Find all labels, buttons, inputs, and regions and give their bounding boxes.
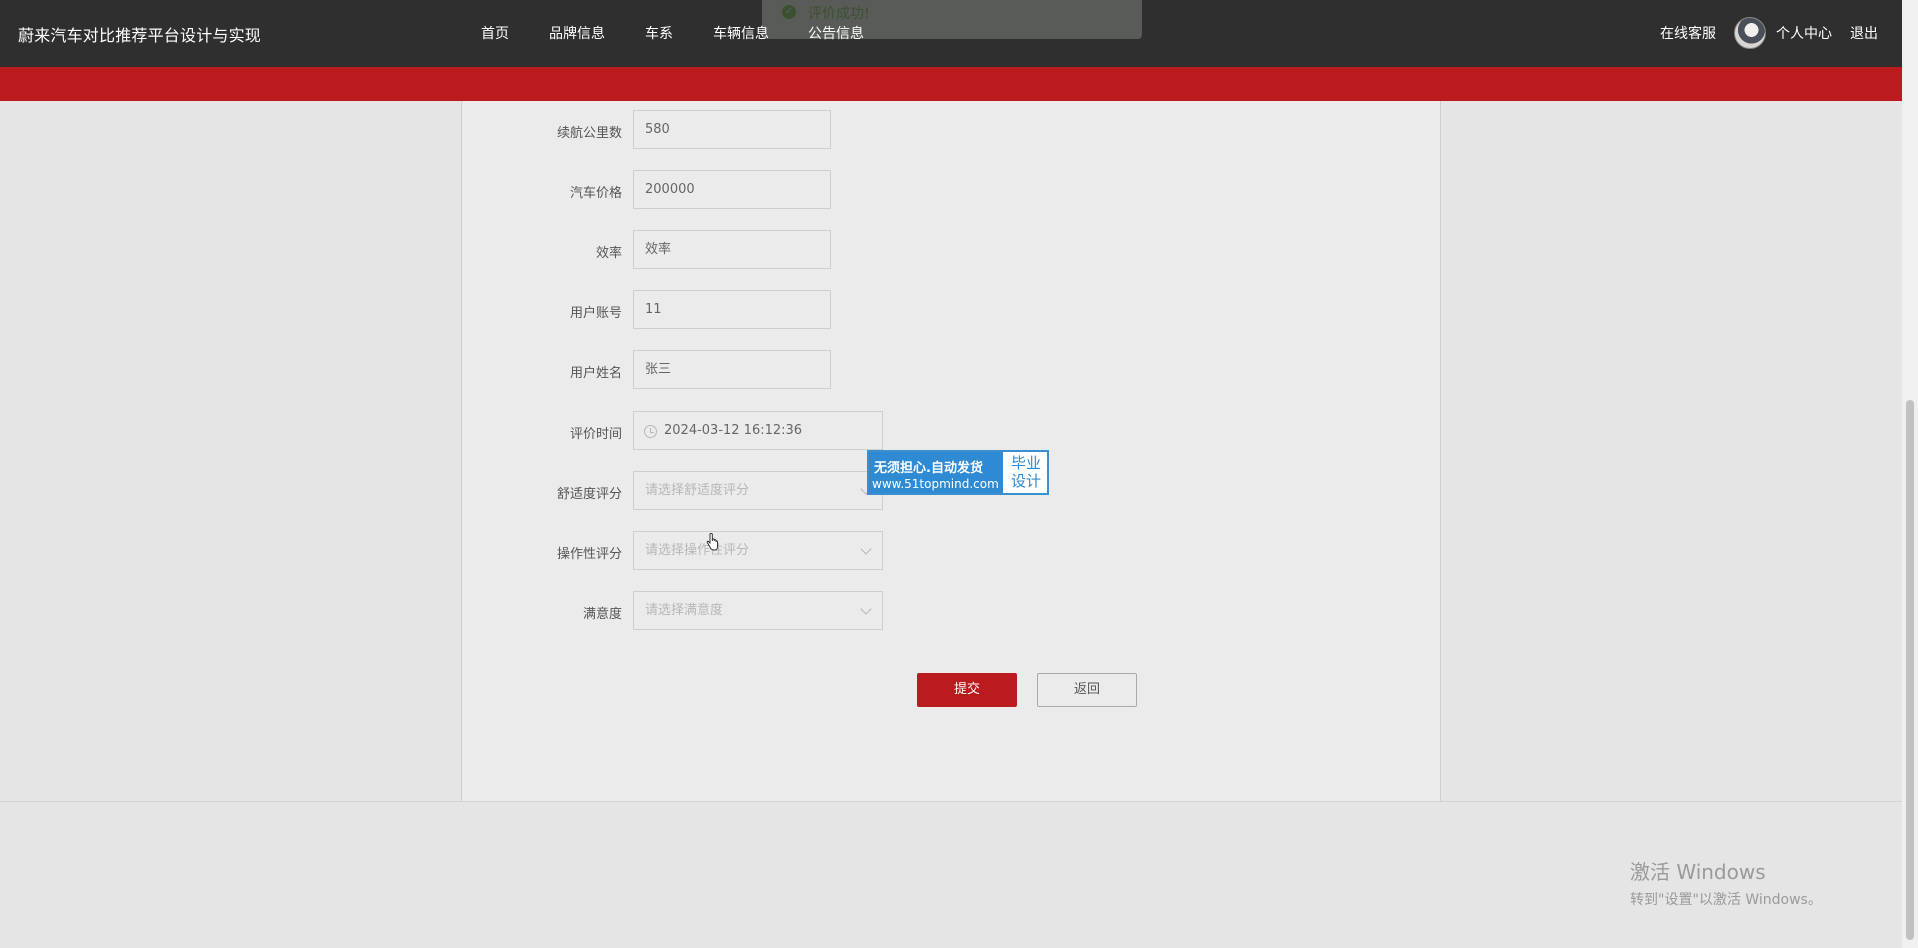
field-label: 满意度 — [582, 607, 622, 622]
user-name-input[interactable]: 张三 — [633, 350, 831, 389]
field-label: 评价时间 — [569, 427, 622, 442]
chevron-down-icon — [860, 543, 872, 555]
scrollbar-thumb[interactable] — [1906, 400, 1914, 940]
ad-main: 无须担心.自动发货 www.51topmind.com — [869, 452, 1003, 493]
field-label: 续航公里数 — [556, 126, 622, 141]
form-row-username: 用户姓名 张三 — [462, 350, 1440, 392]
satisfaction-select[interactable]: 请选择满意度 — [633, 591, 883, 630]
field-label: 舒适度评分 — [556, 487, 622, 502]
hand-cursor-icon — [706, 533, 718, 551]
watermark-line1: 激活 Windows — [1630, 860, 1766, 884]
red-banner-strip — [0, 67, 1902, 101]
personal-center-link[interactable]: 个人中心 — [1776, 23, 1832, 43]
form-row-operability: 操作性评分 请选择操作性评分 — [462, 531, 1440, 573]
user-account-input[interactable]: 11 — [633, 290, 831, 329]
nav-vehicle-info[interactable]: 车辆信息 — [713, 23, 769, 43]
nav-brand-info[interactable]: 品牌信息 — [549, 23, 605, 43]
efficiency-input[interactable]: 效率 — [633, 230, 831, 269]
car-price-input[interactable]: 200000 — [633, 170, 831, 209]
nav-home[interactable]: 首页 — [481, 23, 509, 43]
form-row-efficiency: 效率 效率 — [462, 230, 1440, 272]
field-label: 用户账号 — [569, 306, 622, 321]
operability-score-select[interactable]: 请选择操作性评分 — [633, 531, 883, 570]
submit-button[interactable]: 提交 — [917, 673, 1017, 707]
range-km-input[interactable]: 580 — [633, 110, 831, 149]
form-row-review-time: 评价时间 2024-03-12 16:12:36 — [462, 411, 1440, 453]
check-circle-icon: ✓ — [782, 5, 796, 19]
ad-side-line2: 设计 — [1010, 472, 1041, 490]
ad-side-text: 毕业 设计 — [1005, 454, 1047, 490]
clock-icon — [644, 425, 657, 438]
back-button[interactable]: 返回 — [1037, 673, 1137, 707]
windows-activation-watermark: 激活 Windows 转到"设置"以激活 Windows。 — [1630, 856, 1822, 909]
select-placeholder: 请选择满意度 — [645, 603, 724, 618]
nav-series[interactable]: 车系 — [645, 23, 673, 43]
review-time-value: 2024-03-12 16:12:36 — [664, 423, 803, 438]
form-row-account: 用户账号 11 — [462, 290, 1440, 332]
success-toast: ✓ 评价成功! — [762, 0, 1142, 39]
logout-link[interactable]: 退出 — [1850, 23, 1878, 43]
field-label: 操作性评分 — [556, 547, 622, 562]
page-scrollbar[interactable] — [1902, 0, 1918, 948]
select-placeholder: 请选择操作性评分 — [645, 543, 750, 558]
footer-divider — [0, 801, 1902, 802]
form-row-price: 汽车价格 200000 — [462, 170, 1440, 212]
top-navbar: 蔚来汽车对比推荐平台设计与实现 首页 品牌信息 车系 车辆信息 公告信息 在线客… — [0, 0, 1902, 67]
user-avatar[interactable] — [1734, 17, 1766, 49]
site-title: 蔚来汽车对比推荐平台设计与实现 — [18, 26, 262, 45]
toast-message: 评价成功! — [808, 6, 870, 22]
select-placeholder: 请选择舒适度评分 — [645, 483, 750, 498]
field-label: 效率 — [595, 246, 622, 261]
online-service-link[interactable]: 在线客服 — [1660, 23, 1716, 43]
comfort-score-select[interactable]: 请选择舒适度评分 — [633, 471, 883, 510]
field-label: 汽车价格 — [569, 186, 622, 201]
chevron-down-icon — [860, 603, 872, 615]
ad-side-line1: 毕业 — [1010, 454, 1041, 472]
field-label: 用户姓名 — [569, 366, 622, 381]
form-row-range: 续航公里数 580 — [462, 110, 1440, 152]
ad-url: www.51topmind.com — [872, 477, 999, 491]
ad-banner[interactable]: 无须担心.自动发货 www.51topmind.com 毕业 设计 — [867, 450, 1049, 495]
ad-slogan: 无须担心.自动发货 — [874, 461, 983, 476]
form-row-satisfaction: 满意度 请选择满意度 — [462, 591, 1440, 633]
watermark-line2: 转到"设置"以激活 Windows。 — [1630, 892, 1822, 908]
review-time-picker[interactable]: 2024-03-12 16:12:36 — [633, 411, 883, 450]
